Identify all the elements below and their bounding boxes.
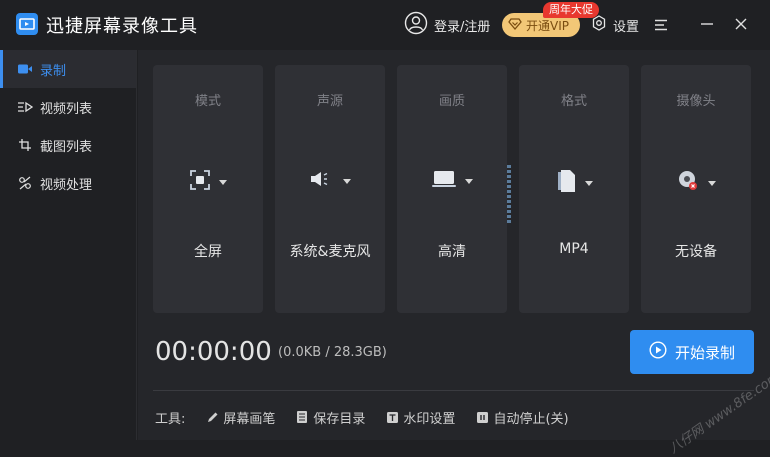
- watermark-settings-button[interactable]: 水印设置: [385, 408, 455, 427]
- divider: [153, 390, 754, 391]
- screen-pen-button[interactable]: 屏幕画笔: [205, 408, 275, 427]
- format-dropdown[interactable]: [519, 169, 629, 197]
- login-label: 登录/注册: [434, 19, 491, 35]
- sidebar-item-screenshot-list[interactable]: 截图列表: [0, 126, 136, 164]
- speaker-icon: [309, 169, 335, 193]
- mode-card[interactable]: 模式 全屏: [153, 65, 263, 313]
- video-list-icon: [16, 99, 34, 115]
- title-bar: 迅捷屏幕录像工具 登录/注册 开通VIP 周年大促 设置: [0, 0, 770, 50]
- tool-label: 自动停止(关): [493, 411, 569, 427]
- close-icon: [734, 16, 748, 35]
- diamond-icon: [508, 16, 522, 35]
- format-card[interactable]: 格式 MP4: [519, 65, 629, 313]
- play-circle-icon: [649, 341, 667, 363]
- card-value: 全屏: [194, 244, 222, 260]
- quality-dropdown[interactable]: [397, 169, 507, 193]
- card-value: 高清: [438, 244, 466, 260]
- sidebar: 录制 视频列表 截图列表 视频处理: [0, 50, 137, 440]
- webcam-disabled-icon: [676, 169, 700, 197]
- user-avatar-icon: [404, 11, 428, 39]
- webcam-dropdown[interactable]: [641, 169, 751, 197]
- video-tools-icon: [16, 175, 34, 191]
- vip-label: 开通VIP: [526, 18, 569, 33]
- watermark-icon: [385, 410, 399, 424]
- chevron-down-icon: [465, 178, 473, 184]
- sidebar-item-label: 视频处理: [40, 177, 93, 193]
- hamburger-icon: [654, 16, 668, 35]
- card-title: 摄像头: [676, 94, 716, 109]
- chevron-down-icon: [585, 180, 593, 186]
- file-format-icon: [555, 169, 577, 197]
- minimize-icon: [700, 16, 714, 35]
- file-size-info: (0.0KB / 28.3GB): [278, 345, 387, 360]
- card-title: 格式: [560, 94, 587, 109]
- sidebar-item-label: 视频列表: [40, 101, 93, 117]
- sidebar-item-video-tools[interactable]: 视频处理: [0, 164, 136, 202]
- monitor-icon: [431, 169, 457, 193]
- screenshot-list-icon: [16, 137, 34, 153]
- chevron-down-icon: [343, 178, 351, 184]
- card-title: 画质: [438, 94, 465, 109]
- app-logo-icon: [16, 13, 38, 35]
- tool-label: 保存目录: [313, 411, 366, 427]
- main-panel: 模式 全屏 声源 系统&麦克风 画质 高清 格式 MP4 摄像头 无设备 00:…: [138, 50, 770, 457]
- tools-label: 工具:: [155, 411, 186, 427]
- gear-icon: [591, 15, 607, 35]
- sidebar-item-label: 录制: [40, 63, 67, 79]
- video-camera-icon: [16, 61, 34, 77]
- start-recording-label: 开始录制: [674, 343, 735, 362]
- quality-card[interactable]: 画质 高清: [397, 65, 507, 313]
- chevron-down-icon: [708, 180, 716, 186]
- settings-button[interactable]: 设置: [591, 0, 639, 50]
- settings-label: 设置: [613, 19, 640, 35]
- folder-doc-icon: [295, 410, 309, 424]
- recording-timer: 00:00:00: [155, 337, 272, 367]
- menu-button[interactable]: [651, 15, 671, 35]
- sidebar-item-label: 截图列表: [40, 139, 93, 155]
- audio-source-card[interactable]: 声源 系统&麦克风: [275, 65, 511, 313]
- tools-bar: 工具: 屏幕画笔 保存目录 水印设置 自动停止(关): [155, 406, 569, 428]
- app-title: 迅捷屏幕录像工具: [46, 16, 198, 37]
- close-button[interactable]: [731, 15, 751, 35]
- chevron-down-icon: [219, 179, 227, 185]
- sidebar-item-record[interactable]: 录制: [0, 50, 136, 88]
- fullscreen-icon: [189, 169, 211, 195]
- card-value: MP4: [559, 241, 589, 257]
- site-watermark: 八仔网 www.8fe.com: [666, 369, 770, 457]
- audio-source-dropdown[interactable]: [275, 169, 385, 193]
- minimize-button[interactable]: [697, 15, 717, 35]
- card-title: 声源: [316, 94, 343, 109]
- card-value: 系统&麦克风: [289, 244, 371, 260]
- login-register-button[interactable]: 登录/注册: [404, 0, 490, 50]
- save-directory-button[interactable]: 保存目录: [295, 408, 365, 427]
- webcam-card[interactable]: 摄像头 无设备: [641, 65, 751, 313]
- auto-stop-icon: [475, 410, 489, 424]
- card-title: 模式: [194, 94, 221, 109]
- pen-icon: [205, 410, 219, 424]
- start-recording-button[interactable]: 开始录制: [630, 330, 754, 374]
- mode-dropdown[interactable]: [153, 169, 263, 195]
- tool-label: 屏幕画笔: [223, 411, 276, 427]
- sidebar-item-video-list[interactable]: 视频列表: [0, 88, 136, 126]
- auto-stop-button[interactable]: 自动停止(关): [475, 408, 569, 427]
- tool-label: 水印设置: [403, 411, 456, 427]
- card-value: 无设备: [675, 244, 717, 260]
